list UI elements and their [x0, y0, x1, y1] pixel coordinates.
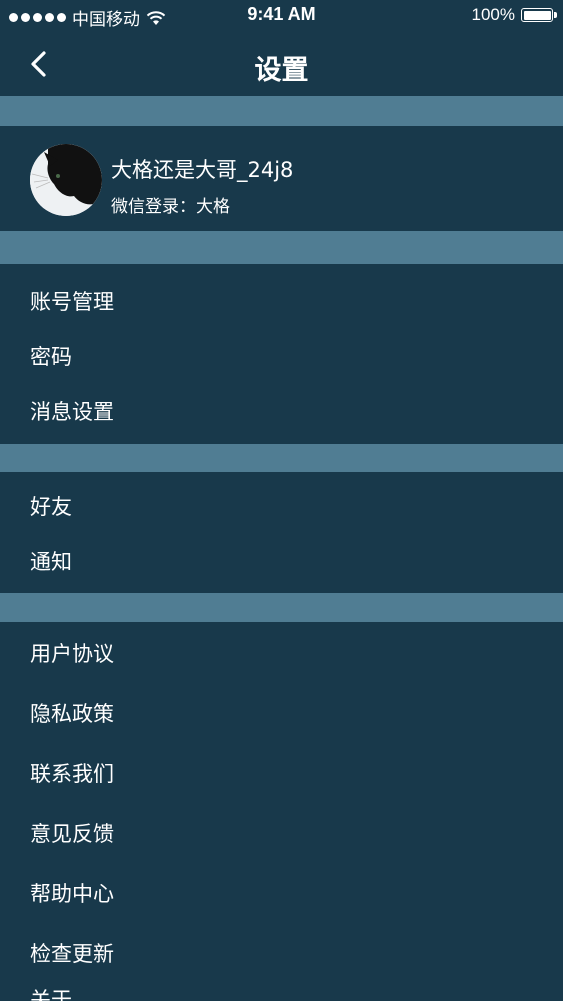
navigation-bar: 设置 — [0, 32, 563, 96]
menu-item-about[interactable]: 关于 — [0, 970, 563, 1001]
menu-item-notifications[interactable]: 通知 — [0, 532, 563, 588]
menu-item-label: 关于 — [30, 988, 72, 1001]
menu-item-user-agreement[interactable]: 用户协议 — [0, 624, 563, 680]
battery-percent: 100% — [471, 5, 515, 24]
section-separator — [0, 593, 563, 622]
menu-item-help-center[interactable]: 帮助中心 — [0, 864, 563, 920]
menu-item-label: 消息设置 — [30, 400, 114, 424]
menu-item-password[interactable]: 密码 — [0, 327, 563, 383]
menu-item-feedback[interactable]: 意见反馈 — [0, 804, 563, 860]
battery-icon — [521, 8, 557, 22]
menu-item-label: 密码 — [30, 345, 72, 369]
status-right: 100% — [471, 5, 557, 25]
menu-item-message-settings[interactable]: 消息设置 — [0, 382, 563, 438]
section-separator — [0, 231, 563, 264]
menu-item-privacy-policy[interactable]: 隐私政策 — [0, 684, 563, 740]
menu-item-friends[interactable]: 好友 — [0, 477, 563, 533]
profile-login-info: 微信登录：大格 — [111, 197, 230, 217]
menu-item-label: 检查更新 — [30, 942, 114, 966]
menu-item-label: 好友 — [30, 495, 72, 519]
menu-item-account-management[interactable]: 账号管理 — [0, 272, 563, 328]
avatar[interactable] — [30, 144, 102, 216]
page-title: 设置 — [254, 55, 309, 86]
menu-item-label: 隐私政策 — [30, 702, 114, 726]
menu-item-label: 意见反馈 — [30, 822, 114, 846]
section-separator — [0, 444, 563, 472]
menu-item-label: 账号管理 — [30, 290, 114, 314]
menu-item-contact-us[interactable]: 联系我们 — [0, 744, 563, 800]
cat-avatar-image — [30, 144, 102, 216]
status-bar: 中国移动 9:41 AM 100% — [0, 0, 563, 32]
menu-item-label: 通知 — [30, 550, 72, 574]
menu-item-label: 用户协议 — [30, 642, 114, 666]
section-separator — [0, 96, 563, 126]
menu-item-label: 帮助中心 — [30, 882, 114, 906]
profile-card[interactable]: 大格还是大哥_24j8 微信登录：大格 — [0, 126, 563, 231]
menu-item-label: 联系我们 — [30, 762, 114, 786]
profile-name: 大格还是大哥_24j8 — [111, 158, 294, 182]
